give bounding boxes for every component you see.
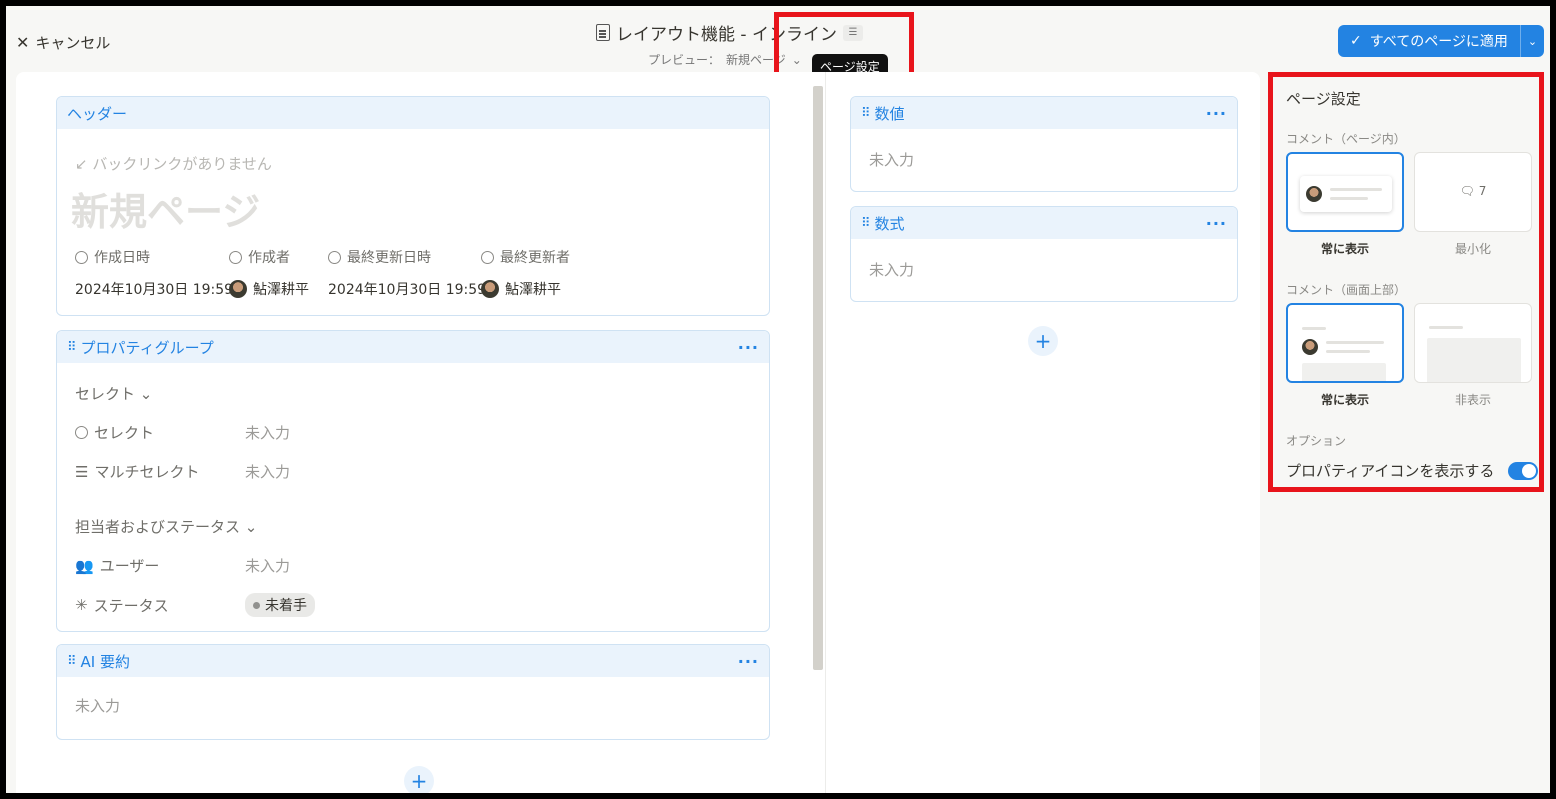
list-icon: ☰ xyxy=(75,462,89,481)
card-header: ⠿ プロパティグループ ··· xyxy=(57,331,769,363)
add-block-button[interactable]: + xyxy=(1028,326,1058,356)
add-block-button[interactable]: + xyxy=(404,766,434,793)
formula-value: 未入力 xyxy=(869,259,914,280)
ai-summary-card[interactable]: ⠿ AI 要約 ··· 未入力 xyxy=(56,644,770,740)
avatar xyxy=(229,280,247,298)
prop-created-time: 作成日時 2024年10月30日 19:59 xyxy=(75,247,233,299)
prop-row[interactable]: 👥 ユーザー 未入力 xyxy=(75,555,290,576)
number-card[interactable]: ⠿ 数値 ··· 未入力 xyxy=(850,96,1238,192)
select-icon xyxy=(75,426,88,439)
backlink-label: バックリンクがありません xyxy=(92,155,272,173)
row-value: 未入力 xyxy=(869,261,915,279)
user-circle-icon xyxy=(229,250,242,264)
drag-handle-icon[interactable]: ⠿ xyxy=(861,106,870,121)
chevron-down-icon: ⌄ xyxy=(1527,34,1538,48)
card-title: プロパティグループ xyxy=(80,338,214,357)
app-window: ✕ キャンセル レイアウト機能 - インライン ☰ プレビュー： 新規ページ ⌄… xyxy=(6,6,1550,793)
status-value: 未着手 xyxy=(265,598,307,614)
card-header: ⠿ 数式 ··· xyxy=(851,207,1237,239)
scrollbar[interactable] xyxy=(813,86,823,670)
more-icon[interactable]: ··· xyxy=(1206,214,1227,233)
group-title: 担当者およびステータス xyxy=(75,518,241,536)
prop-value: 鮎澤耕平 xyxy=(253,282,309,298)
status-badge[interactable]: 未着手 xyxy=(245,593,315,617)
people-icon: 👥 xyxy=(75,556,94,575)
preview-label: プレビュー： xyxy=(648,53,721,67)
highlight-box xyxy=(1268,72,1544,492)
cancel-label: キャンセル xyxy=(35,34,111,52)
clock-icon xyxy=(75,250,88,264)
prop-created-by: 作成者 鮎澤耕平 xyxy=(229,247,309,299)
row-label: セレクト xyxy=(94,424,155,442)
check-icon: ✓ xyxy=(1350,33,1362,49)
more-icon[interactable]: ··· xyxy=(1206,104,1227,123)
prop-value: 2024年10月30日 19:59 xyxy=(328,282,487,298)
prop-value: 鮎澤耕平 xyxy=(505,282,561,298)
group-title: セレクト xyxy=(75,385,136,403)
card-header: ⠿ 数値 ··· xyxy=(851,97,1237,129)
apply-all-button[interactable]: ✓ すべてのページに適用 ⌄ xyxy=(1338,25,1544,57)
more-icon[interactable]: ··· xyxy=(738,652,759,671)
card-header: ⠿ AI 要約 ··· xyxy=(57,645,769,677)
prop-updated-by: 最終更新者 鮎澤耕平 xyxy=(481,247,570,299)
row-value: 未入力 xyxy=(869,151,915,169)
row-label: ユーザー xyxy=(99,557,160,575)
prop-label: 最終更新者 xyxy=(500,250,570,266)
status-dot xyxy=(253,601,260,609)
apply-label: すべてのページに適用 xyxy=(1369,34,1508,50)
prop-updated-time: 最終更新日時 2024年10月30日 19:59 xyxy=(328,247,486,299)
card-title: ヘッダー xyxy=(67,104,128,123)
chevron-down-icon: ⌄ xyxy=(244,518,258,536)
clock-icon xyxy=(328,250,341,264)
row-value: 未入力 xyxy=(245,463,291,481)
header-card[interactable]: ヘッダー ↙ バックリンクがありません 新規ページ 作成日時 2024年10月3… xyxy=(56,96,770,316)
status-icon: ✳ xyxy=(75,596,88,614)
more-icon[interactable]: ··· xyxy=(738,338,759,357)
document-icon xyxy=(596,24,610,41)
prop-row[interactable]: ☰ マルチセレクト 未入力 xyxy=(75,461,290,482)
backlink-text: ↙ バックリンクがありません xyxy=(75,155,272,173)
row-label: ステータス xyxy=(93,596,169,615)
ai-summary-value: 未入力 xyxy=(75,695,120,716)
cancel-button[interactable]: ✕ キャンセル xyxy=(16,32,110,53)
row-value: 未入力 xyxy=(75,697,121,715)
new-page-title: 新規ページ xyxy=(71,190,261,234)
group-toggle[interactable]: セレクト ⌄ xyxy=(75,383,152,404)
row-label: マルチセレクト xyxy=(94,463,200,481)
prop-label: 作成者 xyxy=(248,250,290,266)
number-value: 未入力 xyxy=(869,149,914,170)
row-value: 未入力 xyxy=(245,424,291,442)
card-header: ヘッダー xyxy=(57,97,769,129)
prop-label: 最終更新日時 xyxy=(347,250,431,266)
drag-handle-icon[interactable]: ⠿ xyxy=(67,340,76,355)
layout-canvas: ヘッダー ↙ バックリンクがありません 新規ページ 作成日時 2024年10月3… xyxy=(16,72,1260,793)
avatar xyxy=(481,280,499,298)
prop-value: 2024年10月30日 19:59 xyxy=(75,282,234,298)
drag-handle-icon[interactable]: ⠿ xyxy=(67,654,76,669)
column-divider xyxy=(825,72,826,793)
prop-row[interactable]: セレクト 未入力 xyxy=(75,422,290,443)
user-circle-icon xyxy=(481,250,494,264)
formula-card[interactable]: ⠿ 数式 ··· 未入力 xyxy=(850,206,1238,302)
property-group-card[interactable]: ⠿ プロパティグループ ··· セレクト ⌄ セレクト 未入力 ☰ マルチセレクト… xyxy=(56,330,770,632)
chevron-down-icon: ⌄ xyxy=(139,385,153,403)
row-value: 未入力 xyxy=(245,557,291,575)
card-title: 数式 xyxy=(874,214,905,233)
apply-dropdown-button[interactable]: ⌄ xyxy=(1520,25,1544,57)
drag-handle-icon[interactable]: ⠿ xyxy=(861,216,870,231)
group-toggle[interactable]: 担当者およびステータス ⌄ xyxy=(75,516,257,537)
close-icon: ✕ xyxy=(16,33,30,52)
card-title: AI 要約 xyxy=(80,652,130,671)
prop-label: 作成日時 xyxy=(94,250,150,266)
card-title: 数値 xyxy=(874,104,905,123)
prop-row[interactable]: ✳ ステータス 未着手 xyxy=(75,593,315,617)
